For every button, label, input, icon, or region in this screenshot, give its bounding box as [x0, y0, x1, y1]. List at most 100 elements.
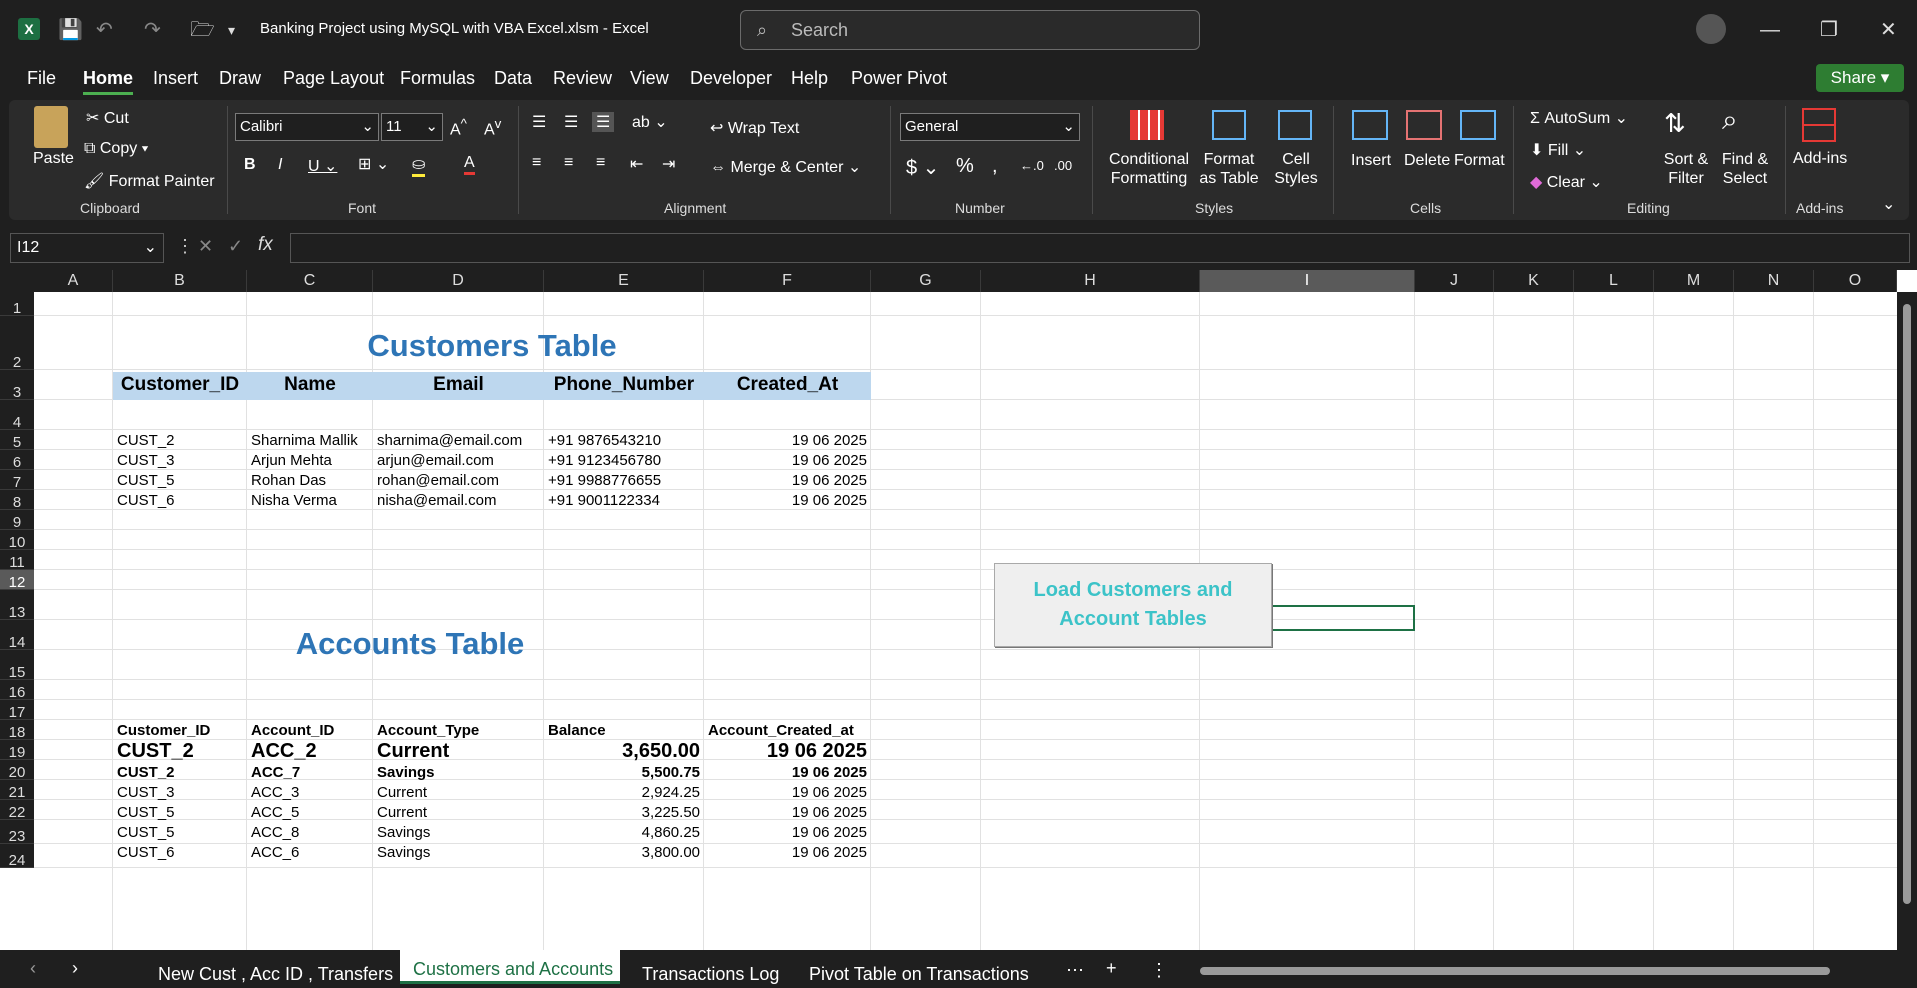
- open-folder-icon[interactable]: 🗁: [190, 18, 215, 42]
- account-cell[interactable]: 3,650.00: [544, 740, 700, 763]
- account-cell[interactable]: Savings: [377, 844, 430, 861]
- account-cell[interactable]: 19 06 2025: [704, 824, 867, 841]
- account-cell[interactable]: 4,860.25: [544, 824, 700, 841]
- orientation-icon[interactable]: ab ⌄: [632, 112, 668, 132]
- column-header[interactable]: J: [1415, 270, 1494, 292]
- delete-cells-button[interactable]: Delete: [1404, 152, 1450, 170]
- column-header[interactable]: G: [871, 270, 981, 292]
- borders-icon[interactable]: ⊞ ⌄: [358, 154, 389, 174]
- row-header[interactable]: 22: [0, 800, 34, 821]
- italic-icon[interactable]: I: [278, 156, 282, 174]
- wrap-text-button[interactable]: ↩ Wrap Text: [710, 118, 799, 138]
- customer-cell[interactable]: +91 9988776655: [548, 472, 661, 489]
- customer-cell[interactable]: 19 06 2025: [704, 432, 867, 449]
- account-cell[interactable]: ACC_6: [251, 844, 299, 861]
- decrease-decimal-icon[interactable]: .00: [1054, 158, 1072, 173]
- account-cell[interactable]: CUST_2: [117, 740, 194, 763]
- cell-styles-button[interactable]: Cell Styles: [1266, 150, 1326, 188]
- column-header[interactable]: A: [34, 270, 113, 292]
- account-cell[interactable]: 3,800.00: [544, 844, 700, 861]
- column-header[interactable]: H: [981, 270, 1200, 292]
- account-cell[interactable]: ACC_5: [251, 804, 299, 821]
- account-cell[interactable]: CUST_6: [117, 844, 175, 861]
- account-cell[interactable]: 19 06 2025: [704, 804, 867, 821]
- customer-cell[interactable]: +91 9123456780: [548, 452, 661, 469]
- customer-cell[interactable]: +91 9876543210: [548, 432, 661, 449]
- name-box[interactable]: I12 ⌄: [10, 233, 164, 263]
- next-sheet-icon[interactable]: ›: [72, 958, 78, 979]
- customer-cell[interactable]: +91 9001122334: [548, 492, 660, 509]
- customer-cell[interactable]: 19 06 2025: [704, 472, 867, 489]
- menu-help[interactable]: Help: [791, 68, 828, 89]
- customer-cell[interactable]: 19 06 2025: [704, 452, 867, 469]
- column-header[interactable]: E: [544, 270, 704, 292]
- restore-icon[interactable]: ❐: [1820, 18, 1838, 42]
- paste-button[interactable]: Paste: [33, 150, 74, 168]
- align-left-icon[interactable]: ≡: [532, 154, 541, 172]
- percent-icon[interactable]: %: [956, 155, 974, 178]
- customer-cell[interactable]: CUST_6: [117, 492, 175, 509]
- customer-cell[interactable]: rohan@email.com: [377, 472, 499, 489]
- load-customers-button[interactable]: Load Customers and Account Tables: [994, 563, 1272, 647]
- account-cell[interactable]: CUST_3: [117, 784, 175, 801]
- row-header[interactable]: 2: [0, 316, 34, 371]
- customer-cell[interactable]: arjun@email.com: [377, 452, 494, 469]
- row-header[interactable]: 11: [0, 550, 34, 571]
- find-select-button[interactable]: Find & Select: [1714, 150, 1776, 188]
- horizontal-scrollbar[interactable]: [1182, 966, 1897, 976]
- cancel-icon[interactable]: ✕: [198, 236, 213, 257]
- account-cell[interactable]: 5,500.75: [544, 764, 700, 781]
- customer-cell[interactable]: 19 06 2025: [704, 492, 867, 509]
- save-icon[interactable]: 💾: [58, 18, 83, 42]
- menu-insert[interactable]: Insert: [153, 68, 198, 89]
- increase-decimal-icon[interactable]: ←.0: [1020, 158, 1044, 173]
- fill-color-icon[interactable]: ⛀: [412, 154, 426, 177]
- column-header[interactable]: B: [113, 270, 247, 292]
- menu-data[interactable]: Data: [494, 68, 532, 89]
- align-center-icon[interactable]: ≡: [564, 154, 573, 172]
- row-header[interactable]: 10: [0, 530, 34, 551]
- customize-toolbar-icon[interactable]: ▾: [228, 18, 235, 42]
- format-cells-button[interactable]: Format: [1454, 152, 1505, 170]
- row-header[interactable]: 3: [0, 370, 34, 401]
- column-header[interactable]: O: [1814, 270, 1897, 292]
- more-icon[interactable]: ⋮: [176, 236, 194, 257]
- decrease-font-icon[interactable]: Av: [484, 116, 501, 139]
- menu-page-layout[interactable]: Page Layout: [283, 68, 384, 89]
- align-right-icon[interactable]: ≡: [596, 154, 605, 172]
- row-header[interactable]: 20: [0, 760, 34, 781]
- column-header[interactable]: F: [704, 270, 871, 292]
- clear-button[interactable]: ◆ Clear ⌄: [1530, 172, 1603, 192]
- insert-cells-button[interactable]: Insert: [1351, 152, 1391, 170]
- more-sheets-icon[interactable]: ⋯: [1066, 960, 1084, 981]
- column-header[interactable]: D: [373, 270, 544, 292]
- column-header[interactable]: C: [247, 270, 373, 292]
- vertical-scrollbar[interactable]: [1897, 292, 1917, 950]
- account-cell[interactable]: ACC_2: [251, 740, 317, 763]
- menu-home[interactable]: Home: [83, 68, 134, 95]
- worksheet-grid[interactable]: ABCDEFGHIJKLMNO 1 2 3 4 5 6 7 8 9 10 11 12 13 14 15 16 1…: [0, 270, 1917, 950]
- column-header[interactable]: M: [1654, 270, 1734, 292]
- row-header[interactable]: 17: [0, 700, 34, 721]
- account-cell[interactable]: CUST_2: [117, 764, 175, 781]
- customer-cell[interactable]: CUST_3: [117, 452, 175, 469]
- customer-cell[interactable]: Arjun Mehta: [251, 452, 332, 469]
- row-header[interactable]: 18: [0, 720, 34, 741]
- search-input[interactable]: ⌕ Search: [740, 10, 1200, 50]
- underline-icon[interactable]: U ⌄: [308, 156, 337, 176]
- row-header[interactable]: 23: [0, 820, 34, 845]
- bold-icon[interactable]: B: [244, 156, 256, 174]
- share-button[interactable]: Share ▾: [1816, 64, 1904, 92]
- font-name-select[interactable]: Calibri ⌄: [235, 113, 379, 141]
- account-cell[interactable]: 3,225.50: [544, 804, 700, 821]
- menu-draw[interactable]: Draw: [219, 68, 261, 89]
- conditional-formatting-button[interactable]: Conditional Formatting: [1106, 150, 1192, 188]
- row-header[interactable]: 19: [0, 740, 34, 761]
- account-cell[interactable]: Savings: [377, 764, 435, 781]
- sheet-tab[interactable]: Transactions Log: [642, 964, 779, 985]
- column-header[interactable]: N: [1734, 270, 1814, 292]
- account-cell[interactable]: 19 06 2025: [704, 844, 867, 861]
- customer-cell[interactable]: sharnima@email.com: [377, 432, 522, 449]
- format-painter-button[interactable]: 🖌 Format Painter: [84, 171, 215, 191]
- row-header[interactable]: 14: [0, 620, 34, 651]
